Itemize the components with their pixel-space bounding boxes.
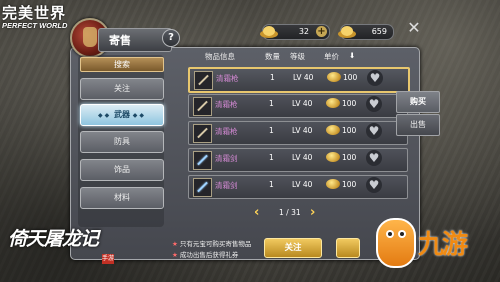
item-price: 100 — [342, 153, 357, 162]
add-currency-button[interactable]: + — [316, 26, 327, 37]
note-line: ★ 只有元宝可购买寄售物品 — [172, 240, 252, 248]
item-price: 100 — [342, 126, 357, 135]
spear-icon — [193, 124, 212, 143]
prev-page-button[interactable]: ‹ — [254, 205, 259, 220]
heart-icon[interactable]: ♥ — [366, 177, 382, 193]
item-price: 100 — [342, 99, 357, 108]
note-line: ★ 成功出售后获得礼券 — [172, 251, 239, 259]
game-logo-text: 倚天屠龙记 — [8, 228, 99, 250]
col-level: 等级 — [290, 52, 305, 61]
item-price: 100 — [342, 180, 357, 189]
brand-9you-logo: 九游 — [376, 218, 496, 278]
table-row[interactable]: 清霜枪 1 LV 40 100 ♥ — [188, 67, 410, 93]
col-quantity: 数量 — [265, 52, 280, 61]
table-row[interactable]: 清霜枪 1 LV 40 100 ♥ — [188, 94, 408, 118]
gold-ingot-icon — [338, 26, 356, 38]
item-qty: 1 — [269, 99, 274, 108]
close-icon[interactable]: ✕ — [405, 19, 423, 37]
item-level: LV 40 — [293, 73, 314, 82]
category-material[interactable]: 材料 — [80, 187, 164, 209]
item-qty: 1 — [269, 126, 274, 135]
sword-icon — [193, 151, 212, 170]
sort-arrow-icon[interactable]: ⬇ — [349, 51, 355, 60]
category-label: 武器 — [114, 110, 130, 119]
item-qty: 1 — [269, 180, 274, 189]
category-weapon[interactable]: ◆◆ 武器 ◆◆ — [80, 104, 164, 126]
col-unit-price[interactable]: 单价 — [324, 51, 339, 62]
resource-value: 659 — [371, 27, 387, 36]
window-title: 寄售 — [109, 34, 131, 47]
gold-ingot-icon — [326, 98, 340, 108]
resource-value: 32 — [298, 27, 309, 36]
category-follow[interactable]: 关注 — [80, 78, 164, 100]
item-level: LV 40 — [292, 99, 313, 108]
table-row[interactable]: 清霜剑 1 LV 40 100 ♥ — [188, 175, 408, 199]
item-qty: 1 — [269, 153, 274, 162]
heart-icon[interactable]: ♥ — [366, 96, 382, 112]
game-logo: 倚天屠龙记 手游 — [2, 218, 132, 278]
gold-ingot-icon — [326, 125, 340, 135]
item-price: 100 — [343, 73, 358, 82]
table-header: 物品信息 数量 等级 单价 ⬇ — [187, 51, 407, 63]
item-name: 清霜枪 — [216, 74, 239, 83]
perfect-world-logo: 完美世界 PERFECT WORLD — [2, 2, 74, 30]
heart-icon[interactable]: ♥ — [367, 70, 383, 86]
game-screen: 完美世界 PERFECT WORLD 寄售 ? 32 + 659 ✕ 搜索 关注… — [0, 0, 500, 282]
heart-icon[interactable]: ♥ — [366, 150, 382, 166]
gold-ingot-icon — [327, 72, 341, 82]
resource-coupon: 659 — [338, 24, 394, 40]
item-level: LV 40 — [292, 153, 313, 162]
tab-sell[interactable]: 出售 — [396, 114, 440, 136]
spear-icon — [193, 97, 212, 116]
pagination: ‹ 1 / 31 › — [246, 205, 342, 221]
item-level: LV 40 — [292, 180, 313, 189]
category-accessory[interactable]: 饰品 — [80, 159, 164, 181]
table-row[interactable]: 清霜枪 1 LV 40 100 ♥ — [188, 121, 408, 145]
follow-button[interactable]: 关注 — [264, 238, 322, 258]
sword-icon — [193, 178, 212, 197]
col-item-info: 物品信息 — [205, 52, 235, 61]
logo-en: PERFECT WORLD — [2, 21, 68, 30]
gold-ingot-icon — [260, 26, 278, 38]
mascot-icon — [376, 218, 416, 268]
gold-ingot-icon — [326, 179, 340, 189]
note-text: 只有元宝可购买寄售物品 — [179, 240, 252, 248]
resource-yuanbao: 32 + — [260, 24, 330, 40]
secondary-action-button[interactable] — [336, 238, 360, 258]
item-qty: 1 — [270, 73, 275, 82]
spear-icon — [194, 71, 213, 90]
game-logo-mark: 手游 — [102, 254, 115, 264]
item-name: 清霜枪 — [215, 100, 238, 109]
window-title-bar: 寄售 — [98, 28, 172, 52]
brand-text: 九游 — [418, 230, 468, 260]
search-button[interactable]: 搜索 — [80, 57, 164, 72]
logo-cn: 完美世界 — [2, 4, 67, 22]
table-row[interactable]: 清霜剑 1 LV 40 100 ♥ — [188, 148, 408, 172]
item-name: 清霜剑 — [215, 154, 238, 163]
item-name: 清霜剑 — [215, 181, 238, 190]
gold-ingot-icon — [326, 152, 340, 162]
heart-icon[interactable]: ♥ — [366, 123, 382, 139]
category-armor[interactable]: 防具 — [80, 131, 164, 153]
item-name: 清霜枪 — [215, 127, 238, 136]
note-text: 成功出售后获得礼券 — [179, 251, 239, 259]
tab-buy[interactable]: 购买 — [396, 91, 440, 113]
item-level: LV 40 — [292, 126, 313, 135]
next-page-button[interactable]: › — [310, 205, 315, 220]
help-button[interactable]: ? — [162, 29, 180, 47]
page-indicator: 1 / 31 — [279, 208, 301, 217]
